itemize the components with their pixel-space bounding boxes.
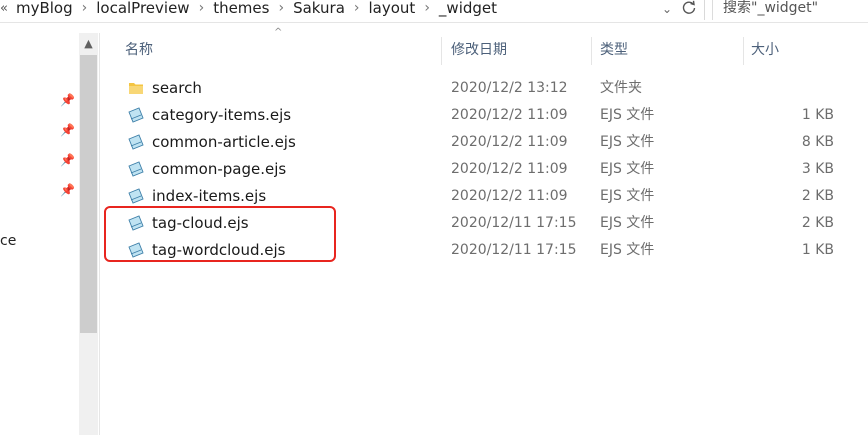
- history-dropdown-chevron-down-icon[interactable]: ⌄: [660, 0, 674, 18]
- file-row[interactable]: search 2020/12/2 13:12 文件夹: [100, 75, 868, 102]
- breadcrumb: « myBlog › localPreview › themes › Sakur…: [0, 0, 497, 19]
- file-date: 2020/12/11 17:15: [451, 215, 577, 231]
- file-name[interactable]: category-items.ejs: [152, 102, 291, 129]
- file-size: 2 KB: [801, 215, 834, 231]
- breadcrumb-item-myblog[interactable]: myBlog: [16, 0, 73, 17]
- breadcrumb-overflow-chevron[interactable]: «: [0, 1, 8, 16]
- column-date[interactable]: 修改日期: [451, 33, 507, 67]
- navigation-pane: 📌 📌 📌 📌 ce: [0, 23, 78, 435]
- column-divider[interactable]: [591, 37, 592, 65]
- file-icon: [128, 188, 144, 204]
- scroll-up-arrow-icon[interactable]: ▲: [79, 33, 98, 55]
- file-date: 2020/12/2 11:09: [451, 161, 568, 177]
- file-row[interactable]: category-items.ejs 2020/12/2 11:09 EJS 文…: [100, 102, 868, 129]
- breadcrumb-separator[interactable]: ›: [424, 0, 430, 16]
- file-type: EJS 文件: [600, 242, 655, 258]
- file-size: 2 KB: [801, 188, 834, 204]
- file-row[interactable]: common-article.ejs 2020/12/2 11:09 EJS 文…: [100, 129, 868, 156]
- breadcrumb-separator[interactable]: ›: [82, 0, 88, 16]
- pin-icon[interactable]: 📌: [60, 183, 75, 197]
- column-divider[interactable]: [441, 37, 442, 65]
- nav-scrollbar[interactable]: ▲: [79, 33, 98, 435]
- column-type[interactable]: 类型: [600, 33, 628, 67]
- file-size: 1 KB: [801, 242, 834, 258]
- pin-icon[interactable]: 📌: [60, 93, 75, 107]
- scroll-thumb[interactable]: [80, 55, 97, 333]
- file-date: 2020/12/2 11:09: [451, 188, 568, 204]
- file-name[interactable]: search: [152, 75, 202, 102]
- file-type: EJS 文件: [600, 215, 655, 231]
- column-name[interactable]: 名称: [125, 33, 153, 67]
- file-icon: [128, 161, 144, 177]
- highlight-annotation-box: [104, 206, 336, 262]
- refresh-icon[interactable]: [680, 0, 698, 17]
- address-bar: « myBlog › localPreview › themes › Sakur…: [0, 0, 868, 23]
- file-type: EJS 文件: [600, 188, 655, 204]
- file-type: EJS 文件: [600, 161, 655, 177]
- file-date: 2020/12/11 17:15: [451, 242, 577, 258]
- file-icon: [128, 134, 144, 150]
- breadcrumb-item-sakura[interactable]: Sakura: [293, 0, 345, 17]
- breadcrumb-item-widget[interactable]: _widget: [439, 0, 497, 17]
- breadcrumb-separator[interactable]: ›: [199, 0, 205, 16]
- file-date: 2020/12/2 13:12: [451, 80, 568, 96]
- breadcrumb-separator[interactable]: ›: [354, 0, 360, 16]
- file-name[interactable]: common-article.ejs: [152, 129, 296, 156]
- column-divider[interactable]: [743, 37, 744, 65]
- divider: [704, 0, 705, 20]
- file-date: 2020/12/2 11:09: [451, 107, 568, 123]
- file-date: 2020/12/2 11:09: [451, 134, 568, 150]
- pin-icon[interactable]: 📌: [60, 153, 75, 167]
- breadcrumb-item-themes[interactable]: themes: [213, 0, 269, 17]
- breadcrumb-item-layout[interactable]: layout: [369, 0, 416, 17]
- folder-icon: [129, 83, 143, 94]
- file-type: 文件夹: [600, 80, 642, 96]
- search-input[interactable]: 搜索"_widget": [712, 0, 868, 20]
- file-size: 1 KB: [801, 107, 834, 123]
- sort-caret-icon: ^: [274, 27, 283, 38]
- file-size: 3 KB: [801, 161, 834, 177]
- nav-item-label[interactable]: ce: [0, 233, 16, 249]
- breadcrumb-separator[interactable]: ›: [278, 0, 284, 16]
- file-size: 8 KB: [801, 134, 834, 150]
- file-size: [756, 75, 834, 102]
- file-row[interactable]: common-page.ejs 2020/12/2 11:09 EJS 文件 3…: [100, 156, 868, 183]
- breadcrumb-item-localpreview[interactable]: localPreview: [96, 0, 189, 17]
- column-size[interactable]: 大小: [751, 33, 779, 67]
- file-type: EJS 文件: [600, 107, 655, 123]
- file-type: EJS 文件: [600, 134, 655, 150]
- file-icon: [128, 107, 144, 123]
- pin-icon[interactable]: 📌: [60, 123, 75, 137]
- column-header: ^ 名称 修改日期 类型 大小: [100, 27, 868, 67]
- file-name[interactable]: common-page.ejs: [152, 156, 286, 183]
